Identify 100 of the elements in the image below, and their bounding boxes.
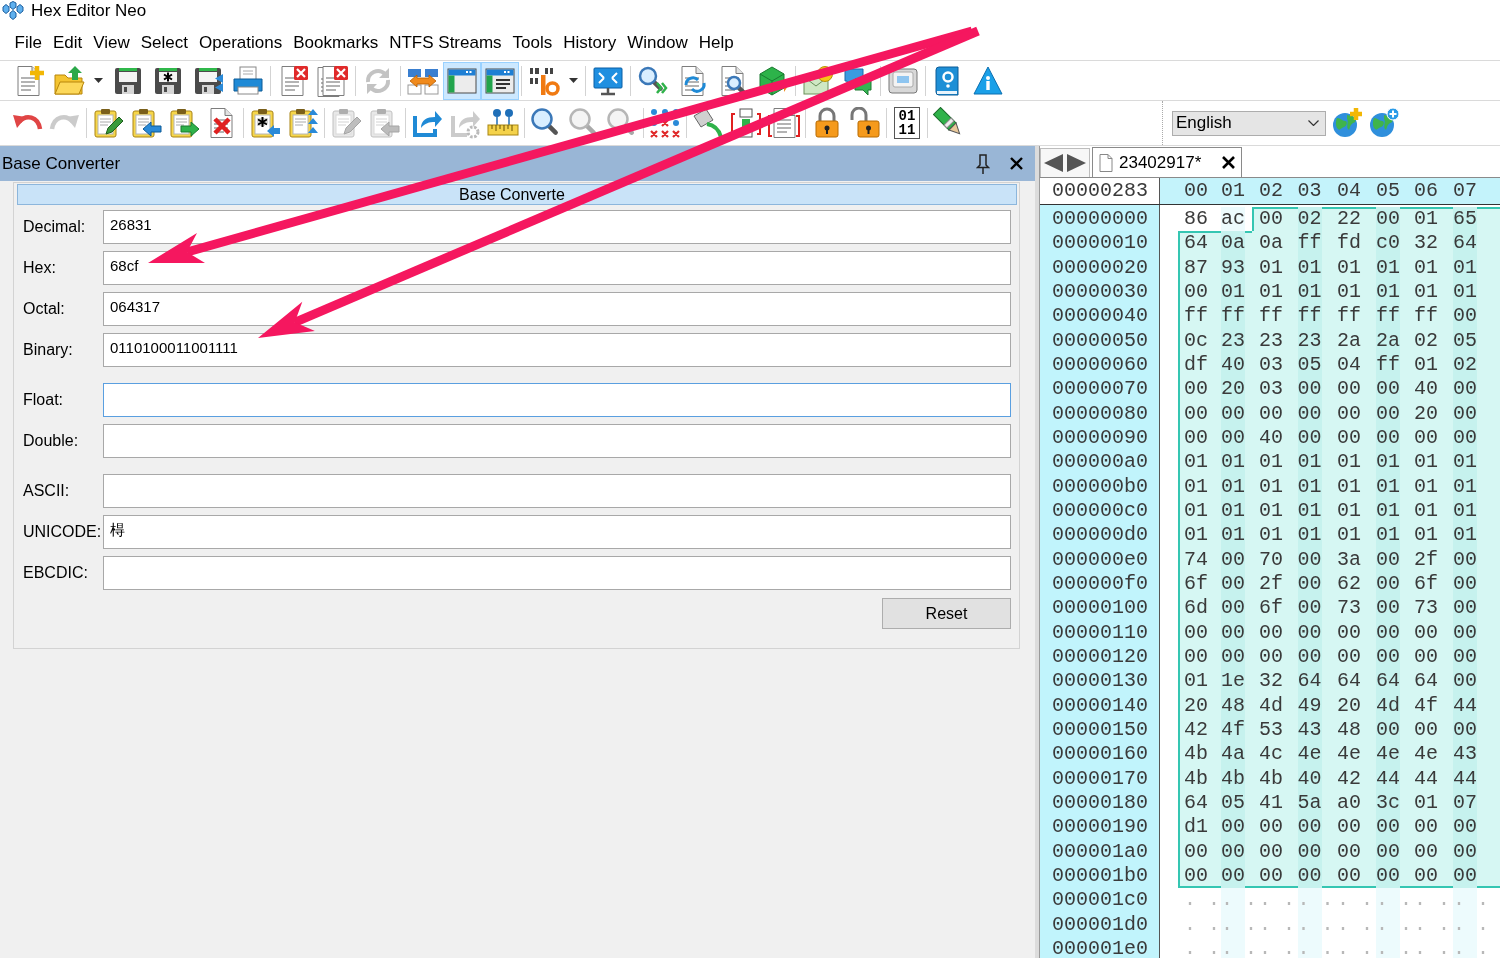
hex-byte[interactable]: 48 — [1214, 693, 1252, 718]
hex-byte[interactable]: 00 — [1214, 571, 1252, 597]
brackets-icon[interactable] — [729, 106, 763, 140]
hex-byte[interactable]: 00 — [1290, 839, 1329, 864]
hex-byte[interactable]: 4e — [1407, 742, 1445, 767]
clipboard-asterisk-icon[interactable] — [248, 106, 282, 140]
caret-icon[interactable] — [94, 78, 103, 83]
hex-byte[interactable]: 01 — [1407, 790, 1445, 816]
clipboard-arrow-icon[interactable] — [129, 106, 163, 140]
hex-byte[interactable]: 00 — [1214, 620, 1252, 645]
hex-byte[interactable]: 07 — [1445, 790, 1500, 816]
hex-byte[interactable]: 6f — [1178, 571, 1214, 597]
hex-byte[interactable]: 2f — [1407, 547, 1445, 572]
hex-byte[interactable]: df — [1178, 352, 1214, 378]
input-field[interactable]: 棏 — [103, 515, 1011, 549]
hex-byte[interactable]: 00 — [1214, 839, 1252, 864]
hex-byte[interactable]: ff — [1407, 304, 1445, 329]
pin-icon[interactable] — [976, 153, 990, 174]
hex-byte[interactable]: 00 — [1445, 304, 1500, 329]
hex-byte[interactable]: 01 — [1445, 523, 1500, 548]
hex-byte[interactable]: 01 — [1369, 280, 1407, 305]
hex-byte[interactable]: 4f — [1214, 717, 1252, 743]
hex-byte[interactable]: ff — [1369, 352, 1407, 378]
hex-byte[interactable]: 00 — [1214, 596, 1252, 621]
hex-byte[interactable]: 2f — [1252, 571, 1290, 597]
hex-byte[interactable]: 00 — [1214, 425, 1252, 451]
hex-byte[interactable]: 6d — [1178, 596, 1214, 621]
printer-icon[interactable] — [231, 63, 265, 98]
hex-byte[interactable]: ff — [1329, 304, 1369, 329]
hex-byte[interactable]: 01 — [1407, 474, 1445, 499]
hex-byte[interactable]: ff — [1290, 231, 1329, 256]
hex-byte[interactable]: 02 — [1407, 328, 1445, 353]
hex-byte[interactable]: 44 — [1445, 693, 1500, 718]
window-icon[interactable] — [443, 61, 481, 100]
hex-byte[interactable]: 23 — [1290, 328, 1329, 353]
hex-byte[interactable]: 00 — [1214, 815, 1252, 840]
hex-byte[interactable]: 00 — [1290, 620, 1329, 645]
documents-close-icon[interactable] — [316, 63, 350, 98]
hex-byte[interactable]: 00 — [1329, 425, 1369, 451]
document-tab[interactable]: 23402917* — [1092, 147, 1242, 177]
hex-byte[interactable]: 00 — [1369, 620, 1407, 645]
hex-byte[interactable]: 00 — [1329, 377, 1369, 402]
hex-byte[interactable]: 02 — [1290, 207, 1329, 232]
hex-byte[interactable]: 05 — [1445, 328, 1500, 353]
document-brackets-icon[interactable] — [767, 106, 801, 140]
hex-byte[interactable]: 01 — [1178, 669, 1214, 694]
hex-byte[interactable]: ff — [1214, 304, 1252, 329]
hex-byte[interactable]: 01 — [1214, 523, 1252, 548]
hex-byte[interactable]: 0a — [1252, 231, 1290, 256]
hex-byte[interactable]: 00 — [1369, 401, 1407, 426]
hex-byte[interactable]: 01 — [1369, 450, 1407, 475]
hex-byte[interactable]: 00 — [1369, 547, 1407, 572]
hex-byte[interactable]: d1 — [1178, 815, 1214, 840]
close-icon[interactable] — [1010, 157, 1023, 170]
hex-byte[interactable]: 01 — [1290, 280, 1329, 305]
hex-byte[interactable]: 00 — [1214, 401, 1252, 426]
hex-byte[interactable]: 00 — [1290, 547, 1329, 572]
hex-byte[interactable]: 01 — [1252, 280, 1290, 305]
hex-byte[interactable]: 00 — [1369, 717, 1407, 743]
hex-byte[interactable]: 01 — [1329, 280, 1369, 305]
hex-byte[interactable]: 01 — [1178, 450, 1214, 475]
hex-byte[interactable]: 01 — [1290, 255, 1329, 280]
hex-byte[interactable]: 1e — [1214, 669, 1252, 694]
hex-byte[interactable]: 42 — [1178, 717, 1214, 743]
hex-byte[interactable]: 4b — [1178, 766, 1214, 791]
hex-byte[interactable]: 64 — [1178, 790, 1214, 816]
hex-byte[interactable]: 00 — [1214, 863, 1252, 889]
hex-byte[interactable]: 01 — [1214, 498, 1252, 524]
menu-item[interactable]: Operations — [193, 31, 288, 55]
menu-item[interactable]: View — [87, 31, 136, 55]
hex-byte[interactable]: 00 — [1178, 280, 1214, 305]
hex-byte[interactable]: 00 — [1369, 425, 1407, 451]
menu-item[interactable]: Window — [621, 31, 694, 55]
hex-byte[interactable]: 00 — [1214, 644, 1252, 670]
hex-byte[interactable]: 00 — [1369, 839, 1407, 864]
hex-byte[interactable]: 00 — [1290, 377, 1329, 402]
hex-byte[interactable]: 01 — [1290, 498, 1329, 524]
globe-plus-icon[interactable] — [1368, 107, 1400, 139]
hex-byte[interactable]: 01 — [1329, 498, 1369, 524]
menu-item[interactable]: NTFS Streams — [383, 31, 508, 55]
hex-byte[interactable]: 01 — [1407, 352, 1445, 378]
hex-byte[interactable]: 73 — [1329, 596, 1369, 621]
hex-byte[interactable]: 3a — [1329, 547, 1369, 572]
input-field[interactable] — [103, 383, 1011, 417]
hex-byte[interactable]: 00 — [1252, 207, 1290, 232]
caret-icon[interactable] — [569, 78, 578, 83]
hex-byte[interactable]: 01 — [1407, 207, 1445, 232]
input-field[interactable] — [103, 424, 1011, 458]
hex-byte[interactable]: 40 — [1407, 377, 1445, 402]
hex-byte[interactable]: 01 — [1178, 523, 1214, 548]
hex-byte[interactable]: 01 — [1407, 450, 1445, 475]
hex-byte[interactable]: 01 — [1329, 450, 1369, 475]
hex-byte[interactable]: 4a — [1214, 742, 1252, 767]
hex-byte[interactable]: 00 — [1178, 644, 1214, 670]
hex-byte[interactable]: 00 — [1369, 207, 1407, 232]
hex-byte[interactable]: 01 — [1445, 255, 1500, 280]
hex-byte[interactable]: 01 — [1445, 450, 1500, 475]
hex-byte[interactable]: 01 — [1407, 498, 1445, 524]
hex-byte[interactable]: 3c — [1369, 790, 1407, 816]
hex-byte[interactable]: 00 — [1329, 620, 1369, 645]
